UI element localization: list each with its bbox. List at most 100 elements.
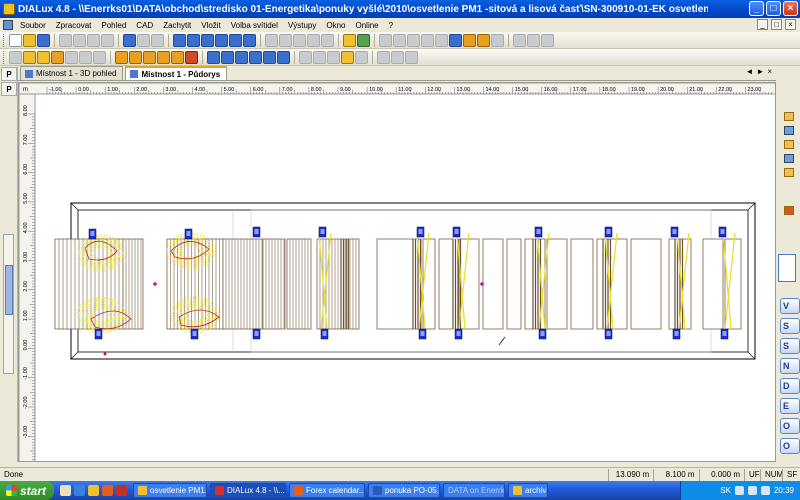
view-side-icon[interactable] xyxy=(279,33,292,47)
tab-floor-plan[interactable]: Místnost 1 - Půdorys xyxy=(125,66,228,80)
task-dialux[interactable]: DIALux 4.8 - \\... xyxy=(210,483,286,498)
task-firefox[interactable]: Forex calendar... xyxy=(289,483,365,498)
cad-viewport[interactable]: m -1.00 0.00 1.00 2.00 3.00 4.00 5.00 6.00 7.00 8.… xyxy=(18,82,776,462)
tab-3d-view[interactable]: Místnost 1 - 3D pohled xyxy=(20,66,124,80)
new-icon[interactable] xyxy=(9,33,22,47)
task-document[interactable]: ponuka PO-05... xyxy=(368,483,440,498)
antivirus-icon[interactable] xyxy=(760,486,770,495)
render-icon[interactable] xyxy=(357,33,370,47)
cylinder-icon[interactable] xyxy=(235,50,248,64)
media-icon[interactable] xyxy=(116,485,127,496)
menu-pohled[interactable]: Pohled xyxy=(96,21,131,30)
aiming-icon[interactable] xyxy=(171,50,184,64)
menu-zpracovat[interactable]: Zpracovat xyxy=(51,21,97,30)
panel-scrollbar[interactable] xyxy=(3,234,14,374)
menu-vystupy[interactable]: Výstupy xyxy=(283,21,321,30)
floor-plan-drawing[interactable]: m -1.00 0.00 1.00 2.00 3.00 4.00 5.00 6.00 7.00 8.… xyxy=(19,83,776,462)
close-button[interactable]: × xyxy=(783,1,798,16)
floor-icon[interactable] xyxy=(391,50,404,64)
delete-point-icon[interactable] xyxy=(93,50,106,64)
view-reset-icon[interactable] xyxy=(321,33,334,47)
panel-tab[interactable]: P xyxy=(1,82,17,96)
edit-points-icon[interactable] xyxy=(65,50,78,64)
measure-icon[interactable] xyxy=(299,50,312,64)
menu-zachytit[interactable]: Zachytit xyxy=(158,21,196,30)
cut-icon[interactable] xyxy=(59,33,72,47)
window-cascade-icon[interactable] xyxy=(513,33,526,47)
help-icon[interactable] xyxy=(541,33,554,47)
open-icon[interactable] xyxy=(23,33,36,47)
delete-icon[interactable] xyxy=(101,33,114,47)
room-icon[interactable] xyxy=(173,33,186,47)
folder-icon[interactable] xyxy=(784,140,794,149)
import-icon[interactable] xyxy=(229,33,242,47)
menu-soubor[interactable]: Soubor xyxy=(15,21,51,30)
view-3d-icon[interactable] xyxy=(307,33,320,47)
menu-help[interactable]: ? xyxy=(384,21,398,30)
menu-volba-svitidel[interactable]: Volba svítidel xyxy=(226,21,283,30)
menu-okno[interactable]: Okno xyxy=(321,21,350,30)
guide-icon[interactable] xyxy=(784,126,794,135)
side-button-7[interactable]: O xyxy=(780,438,800,454)
circle-arrangement-icon[interactable] xyxy=(143,50,156,64)
side-button-1[interactable]: S xyxy=(780,318,800,334)
document-icon[interactable] xyxy=(3,20,13,30)
print-icon[interactable] xyxy=(123,33,136,47)
field-arrangement-icon[interactable] xyxy=(129,50,142,64)
wall-icon[interactable] xyxy=(405,50,418,64)
zoom-icon[interactable] xyxy=(421,33,434,47)
explorer-icon[interactable] xyxy=(88,485,99,496)
pointer-icon[interactable] xyxy=(9,50,22,64)
view-top-icon[interactable] xyxy=(293,33,306,47)
zoom-window-icon[interactable] xyxy=(341,50,354,64)
select-icon[interactable] xyxy=(379,33,392,47)
toolbar-handle[interactable] xyxy=(3,50,6,64)
furniture-icon[interactable] xyxy=(207,50,220,64)
light-scene-icon[interactable] xyxy=(463,33,476,47)
material-icon[interactable] xyxy=(277,50,290,64)
task-network-drive[interactable]: DATA on Enerrks01 xyxy=(443,483,505,498)
false-colour-icon[interactable] xyxy=(477,33,490,47)
toolbox-scroll[interactable] xyxy=(778,254,796,282)
maximize-button[interactable]: □ xyxy=(766,1,781,16)
doc-minimize-button[interactable]: _ xyxy=(757,19,768,30)
menu-online[interactable]: Online xyxy=(351,21,384,30)
mirror-icon[interactable] xyxy=(51,50,64,64)
tab-next-button[interactable]: ► xyxy=(756,67,764,76)
side-button-0[interactable]: V xyxy=(780,298,800,314)
exterior-icon[interactable] xyxy=(187,33,200,47)
colour-icon[interactable] xyxy=(784,206,794,215)
copy-icon[interactable] xyxy=(73,33,86,47)
rotate-object-icon[interactable] xyxy=(37,50,50,64)
menu-cad[interactable]: CAD xyxy=(131,21,158,30)
volume-icon[interactable] xyxy=(747,486,757,495)
side-button-5[interactable]: E xyxy=(780,398,800,414)
export-icon[interactable] xyxy=(243,33,256,47)
zoom-in-icon[interactable] xyxy=(313,50,326,64)
window-obj-icon[interactable] xyxy=(249,50,262,64)
firefox-icon[interactable] xyxy=(102,485,113,496)
view-front-icon[interactable] xyxy=(265,33,278,47)
luminaire-catalog-icon[interactable] xyxy=(784,112,794,121)
ceiling-icon[interactable] xyxy=(377,50,390,64)
grid-icon[interactable] xyxy=(491,33,504,47)
menu-vlozit[interactable]: Vložit xyxy=(196,21,226,30)
redo-icon[interactable] xyxy=(151,33,164,47)
minimize-button[interactable]: _ xyxy=(749,1,764,16)
side-button-2[interactable]: S xyxy=(780,338,800,354)
tab-prev-button[interactable]: ◄ xyxy=(745,67,753,76)
single-luminaire-icon[interactable] xyxy=(157,50,170,64)
ie-icon[interactable] xyxy=(74,485,85,496)
fit-icon[interactable] xyxy=(435,33,448,47)
side-button-6[interactable]: O xyxy=(780,418,800,434)
task-archiv[interactable]: archiv xyxy=(508,483,548,498)
zoom-all-icon[interactable] xyxy=(355,50,368,64)
door-icon[interactable] xyxy=(263,50,276,64)
pan-icon[interactable] xyxy=(407,33,420,47)
show-desktop-icon[interactable] xyxy=(60,485,71,496)
side-button-3[interactable]: N xyxy=(780,358,800,374)
start-button[interactable]: start xyxy=(0,481,54,500)
calculate-icon[interactable] xyxy=(343,33,356,47)
doc-restore-button[interactable]: □ xyxy=(771,19,782,30)
cuboid-icon[interactable] xyxy=(221,50,234,64)
